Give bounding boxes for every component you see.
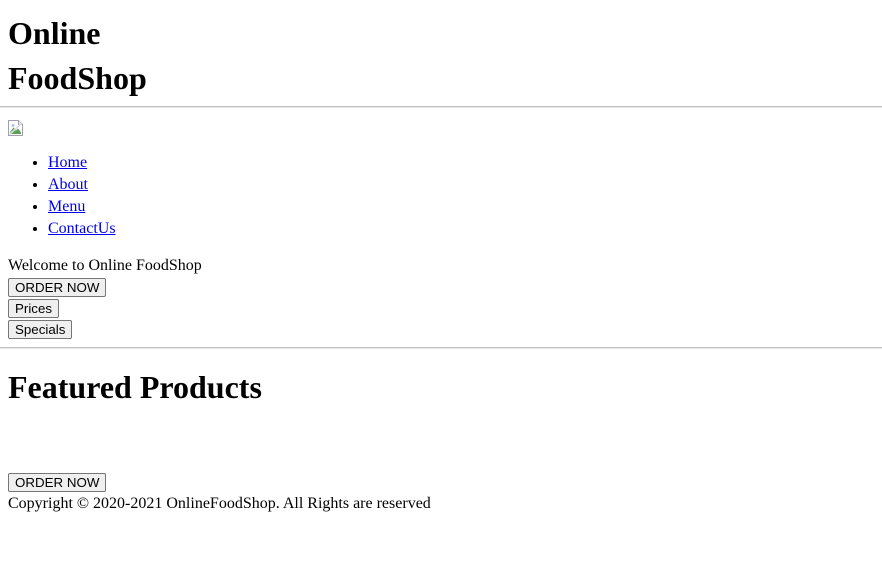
nav-item: About xyxy=(48,174,874,196)
site-title-line-2: FoodShop xyxy=(8,60,147,97)
nav-link-menu[interactable]: Menu xyxy=(48,198,85,215)
header-divider xyxy=(0,106,882,109)
main-navigation: Home About Menu ContactUs xyxy=(8,152,874,240)
copyright-text: Copyright © 2020-2021 OnlineFoodShop. Al… xyxy=(8,494,431,512)
welcome-message: Welcome to Online FoodShop xyxy=(8,257,202,275)
featured-products-empty-area xyxy=(8,427,874,473)
prices-button[interactable]: Prices xyxy=(8,299,60,319)
hero-prices-row: Prices xyxy=(8,299,874,319)
nav-item: Home xyxy=(48,152,874,174)
nav-item: Menu xyxy=(48,196,874,218)
nav-link-contactus[interactable]: ContactUs xyxy=(48,220,116,237)
section-divider xyxy=(0,347,882,350)
specials-button[interactable]: Specials xyxy=(8,320,73,340)
featured-order-now-button[interactable]: ORDER NOW xyxy=(8,472,107,492)
hero-order-now-row: ORDER NOW xyxy=(8,278,874,298)
nav-link-about[interactable]: About xyxy=(48,176,88,193)
featured-order-now-row: ORDER NOW xyxy=(8,472,874,492)
featured-products-heading: Featured Products xyxy=(8,369,262,406)
nav-link-home[interactable]: Home xyxy=(48,154,87,171)
order-now-button[interactable]: ORDER NOW xyxy=(8,278,107,298)
broken-image-icon xyxy=(8,120,24,137)
hero-specials-row: Specials xyxy=(8,320,874,340)
nav-item: ContactUs xyxy=(48,218,874,240)
site-title-line-1: Online xyxy=(8,15,101,51)
page-root: Online FoodShop Home About Menu ContactU… xyxy=(0,0,882,521)
